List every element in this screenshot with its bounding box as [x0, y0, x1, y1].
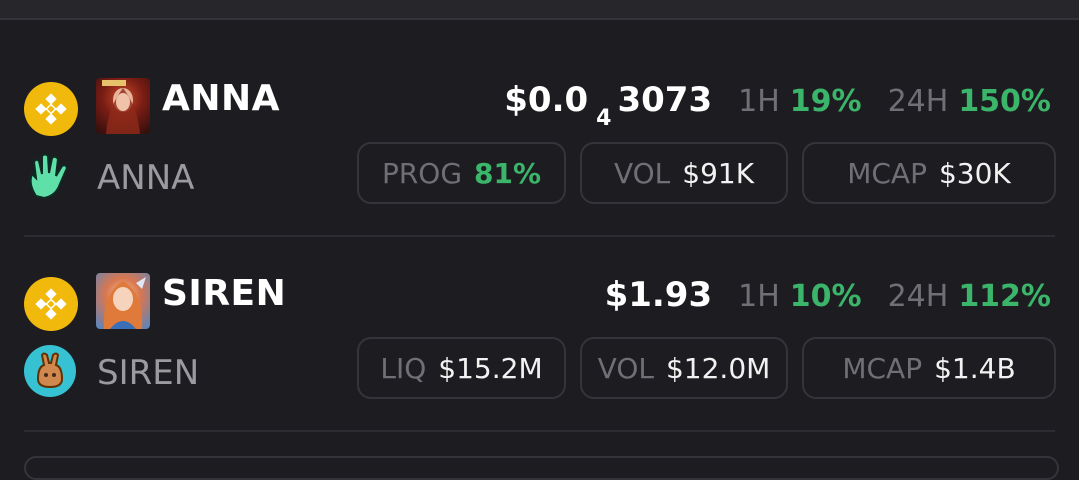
pancakeswap-icon: [24, 345, 76, 397]
change-24h-value: 150%: [958, 84, 1051, 119]
token-avatar: [96, 78, 150, 134]
stat-chip-progress: PROG 81%: [357, 142, 566, 204]
change-1h-label: 1H: [738, 279, 780, 314]
stat-label: VOL: [613, 156, 671, 190]
change-24h-value: 112%: [958, 279, 1051, 314]
token-name: ANNA: [97, 158, 195, 198]
stat-label: VOL: [597, 351, 654, 385]
change-1h-value: 10%: [789, 279, 862, 314]
stat-label: LIQ: [380, 351, 427, 385]
stat-label: MCAP: [847, 156, 927, 190]
stat-chip-mcap: MCAP $30K: [802, 142, 1056, 204]
stat-value: 81%: [474, 156, 542, 190]
price-zero-count: 4: [596, 106, 612, 131]
row-divider: [24, 430, 1055, 432]
bnb-icon: [24, 82, 78, 136]
stat-chip-volume: VOL $12.0M: [580, 337, 788, 399]
stat-label: MCAP: [842, 351, 923, 385]
token-avatar: [96, 273, 150, 329]
token-ticker: SIREN: [162, 273, 287, 314]
stat-value: $15.2M: [438, 351, 543, 385]
stat-value: $91K: [682, 156, 755, 190]
stat-chip-volume: VOL $91K: [580, 142, 788, 204]
stat-value: $12.0M: [665, 351, 771, 385]
price-line: $1.93 1H 10% 24H 112%: [605, 275, 1051, 315]
hand-icon: [24, 150, 76, 202]
token-stats: LIQ $15.2M VOL $12.0M MCAP $1.4B: [357, 337, 1056, 399]
token-name: SIREN: [97, 353, 200, 393]
token-price-tail: 3073: [617, 80, 713, 120]
token-ticker: ANNA: [162, 78, 280, 119]
price-line: $0.0 4 3073 1H 19% 24H 150%: [504, 80, 1051, 131]
change-24h-label: 24H: [887, 84, 949, 119]
change-1h-value: 19%: [789, 84, 862, 119]
top-bar: [0, 0, 1079, 20]
token-stats: PROG 81% VOL $91K MCAP $30K: [357, 142, 1056, 204]
token-row-anna[interactable]: ANNA ANNA $0.0 4 3073 1H 19% 24H 150% PR…: [0, 70, 1079, 230]
token-price: $0.0: [504, 80, 589, 120]
stat-value: $30K: [938, 156, 1011, 190]
bnb-icon: [24, 277, 78, 331]
change-1h-label: 1H: [738, 84, 780, 119]
row-divider: [24, 235, 1055, 237]
token-price: $1.93: [604, 275, 713, 315]
stat-chip-liquidity: LIQ $15.2M: [357, 337, 566, 399]
change-24h-label: 24H: [887, 279, 949, 314]
stat-chip-mcap: MCAP $1.4B: [802, 337, 1056, 399]
stat-value: $1.4B: [934, 351, 1016, 385]
next-row-card[interactable]: [24, 456, 1059, 480]
stat-label: PROG: [381, 156, 463, 190]
token-row-siren[interactable]: SIREN SIREN $1.93 1H 10% 24H 112% LIQ $1…: [0, 265, 1079, 425]
